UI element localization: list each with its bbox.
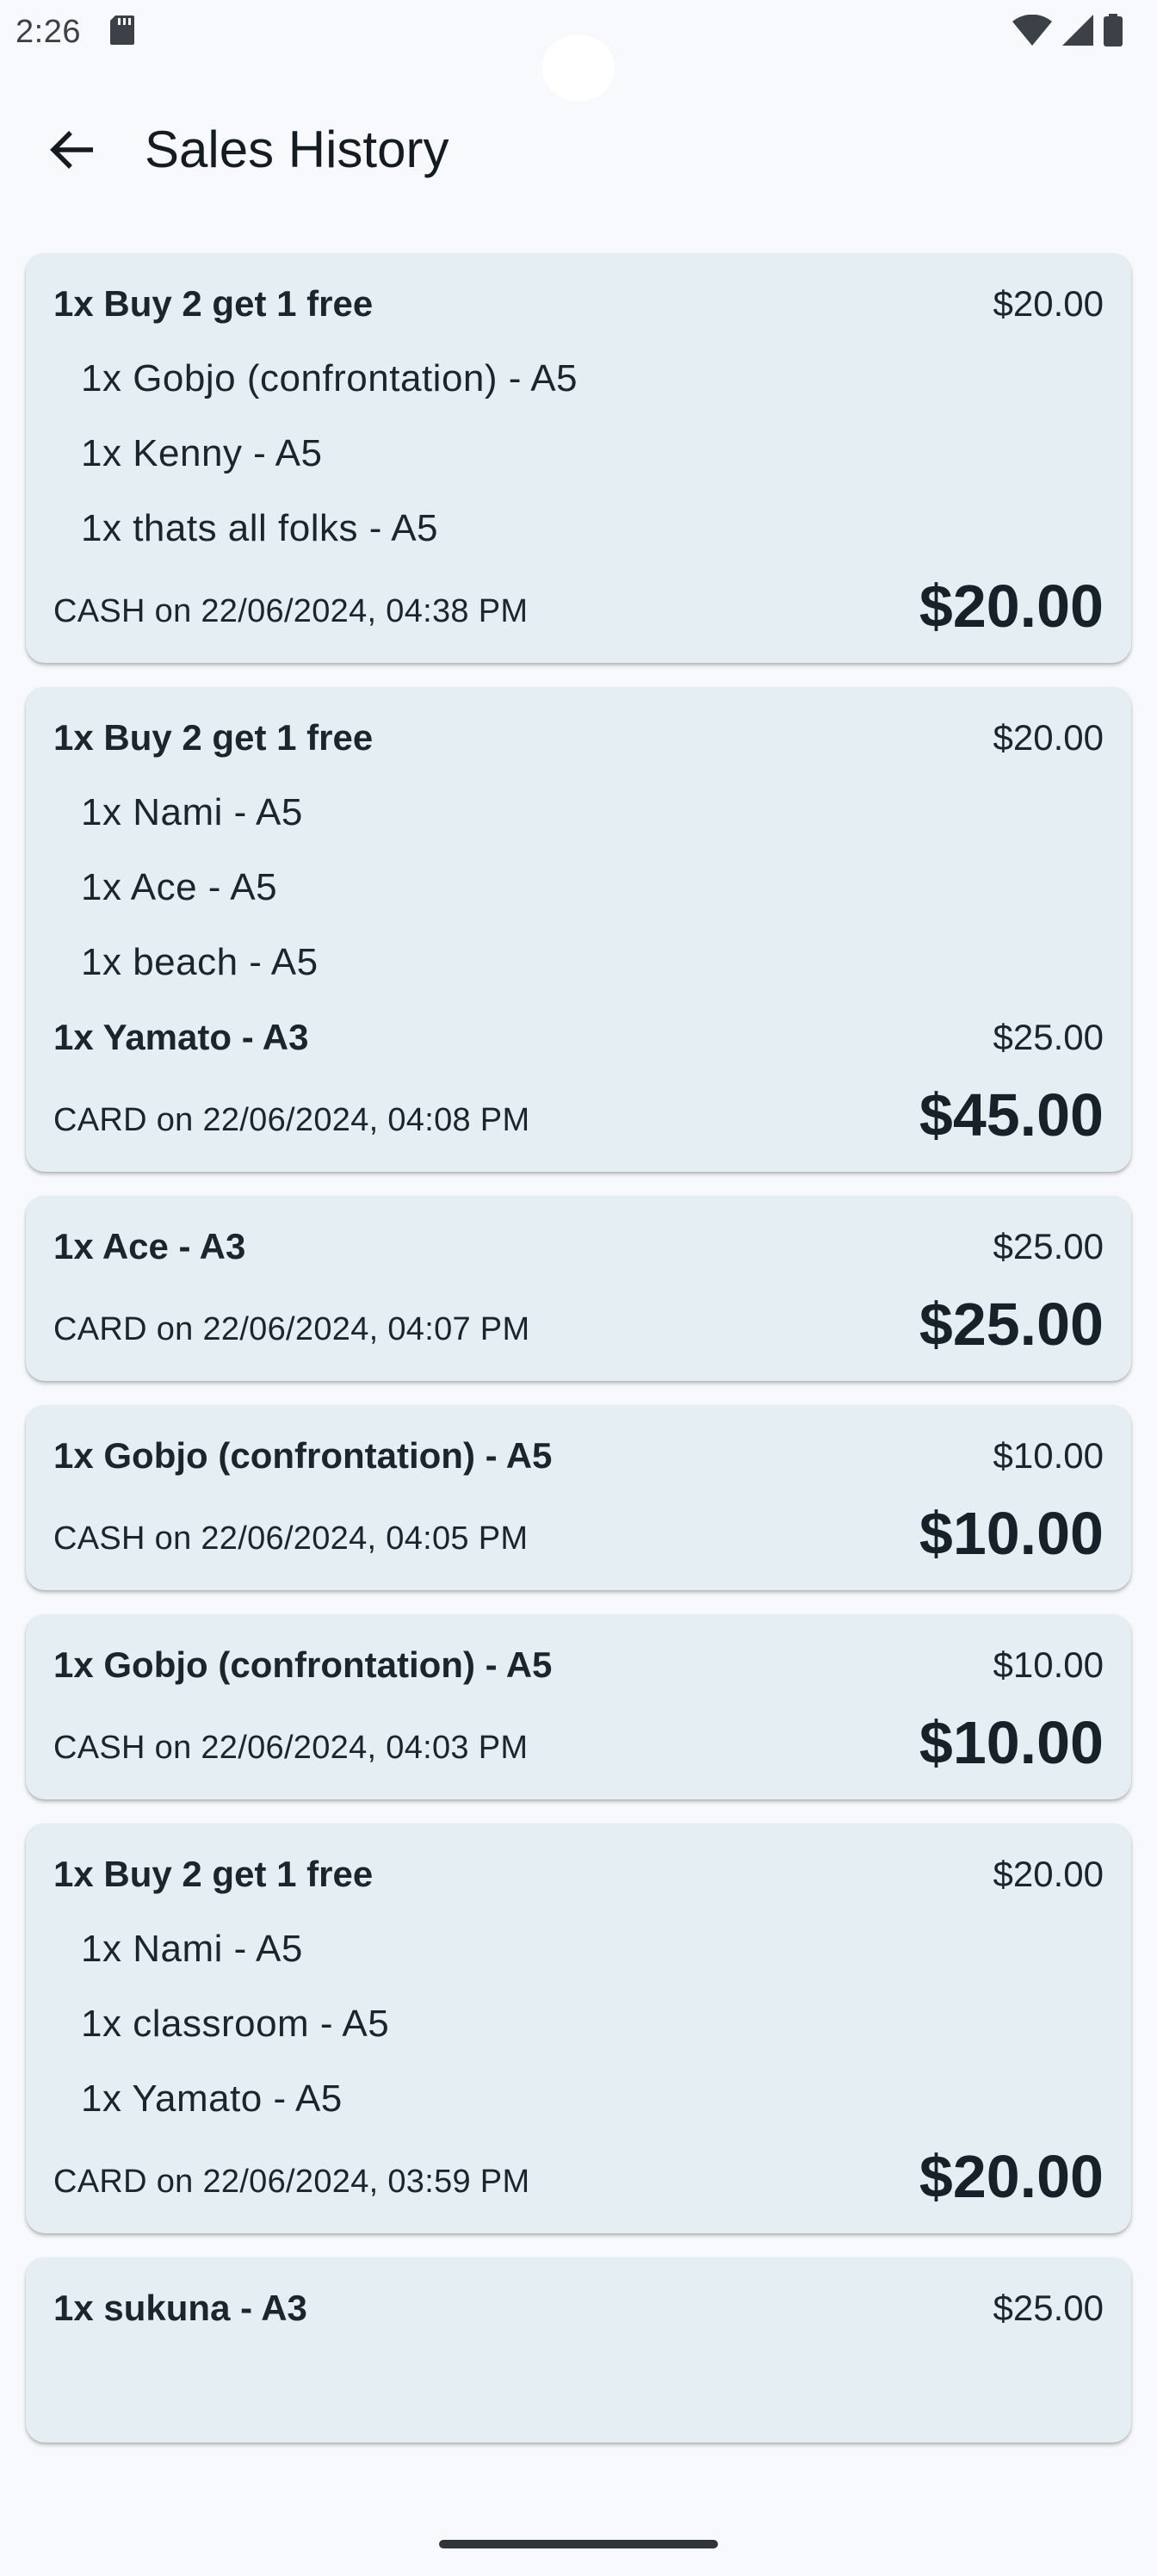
sale-footer: CARD on 22/06/2024, 04:08 PM $45.00 xyxy=(53,1082,1104,1148)
line-item-price: $20.00 xyxy=(993,283,1104,324)
bundle-sub-item: 1x Kenny - A5 xyxy=(81,432,323,474)
sd-card-icon xyxy=(110,15,134,45)
line-item-name: 1x Buy 2 get 1 free xyxy=(53,283,374,324)
sale-total: $10.00 xyxy=(919,1500,1104,1567)
payment-info: CASH on 22/06/2024, 04:38 PM xyxy=(53,593,529,629)
sale-line: 1x sukuna - A3 $25.00 xyxy=(53,2283,1104,2333)
sale-card[interactable]: 1x Gobjo (confrontation) - A5 $10.00 CAS… xyxy=(26,1614,1131,1799)
app-bar: Sales History xyxy=(0,95,1157,198)
sale-footer: CARD on 22/06/2024, 03:59 PM $20.00 xyxy=(53,2144,1104,2209)
line-item-name: 1x sukuna - A3 xyxy=(53,2288,307,2328)
back-button[interactable] xyxy=(38,115,107,184)
line-item-price: $25.00 xyxy=(993,2288,1104,2328)
home-indicator[interactable] xyxy=(439,2540,718,2548)
payment-info: CARD on 22/06/2024, 04:07 PM xyxy=(53,1311,530,1347)
sale-footer: CASH on 22/06/2024, 04:05 PM $10.00 xyxy=(53,1501,1104,1566)
sale-footer: CASH on 22/06/2024, 04:38 PM $20.00 xyxy=(53,573,1104,639)
status-time: 2:26 xyxy=(15,14,81,50)
sale-card[interactable]: 1x Buy 2 get 1 free $20.00 1x Nami - A5 … xyxy=(26,687,1131,1172)
sale-line: 1x Buy 2 get 1 free $20.00 xyxy=(53,1849,1104,1899)
sale-card[interactable]: 1x Buy 2 get 1 free $20.00 1x Nami - A5 … xyxy=(26,1824,1131,2233)
payment-info: CARD on 22/06/2024, 03:59 PM xyxy=(53,2164,530,2200)
payment-info: CASH on 22/06/2024, 04:05 PM xyxy=(53,1520,529,1557)
line-item-price: $10.00 xyxy=(993,1435,1104,1476)
battery-icon xyxy=(1104,14,1123,46)
line-item-name: 1x Buy 2 get 1 free xyxy=(53,1854,374,1894)
line-item-price: $20.00 xyxy=(993,1854,1104,1894)
sale-line: 1x Ace - A3 $25.00 xyxy=(53,1222,1104,1272)
sale-line: 1x Buy 2 get 1 free $20.00 xyxy=(53,713,1104,763)
line-item-price: $20.00 xyxy=(993,717,1104,758)
payment-info: CARD on 22/06/2024, 04:08 PM xyxy=(53,1102,530,1138)
line-item-name: 1x Gobjo (confrontation) - A5 xyxy=(53,1435,553,1476)
sale-footer xyxy=(53,2353,1104,2418)
sale-total: $20.00 xyxy=(919,573,1104,640)
sale-total: $20.00 xyxy=(919,2143,1104,2210)
line-item-name: 1x Ace - A3 xyxy=(53,1226,246,1266)
sale-line: 1x Gobjo (confrontation) - A5 $10.00 xyxy=(53,1640,1104,1690)
arrow-back-icon xyxy=(50,131,93,169)
sale-card[interactable]: 1x Ace - A3 $25.00 CARD on 22/06/2024, 0… xyxy=(26,1196,1131,1381)
gesture-nav-bar xyxy=(0,2488,1157,2576)
sale-footer: CASH on 22/06/2024, 04:03 PM $10.00 xyxy=(53,1710,1104,1775)
sales-list[interactable]: 1x Buy 2 get 1 free $20.00 1x Gobjo (con… xyxy=(0,253,1157,2488)
sale-line: 1x Yamato - A3 $25.00 xyxy=(53,1012,1104,1062)
bundle-sub-item: 1x thats all folks - A5 xyxy=(81,507,439,549)
line-item-price: $10.00 xyxy=(993,1644,1104,1685)
wifi-icon xyxy=(1012,15,1052,46)
bundle-sub-item: 1x Nami - A5 xyxy=(81,1928,303,1970)
bundle-sub-item: 1x Ace - A5 xyxy=(81,866,278,908)
sale-footer: CARD on 22/06/2024, 04:07 PM $25.00 xyxy=(53,1291,1104,1357)
line-item-name: 1x Buy 2 get 1 free xyxy=(53,717,374,758)
bundle-sub-item: 1x classroom - A5 xyxy=(81,2003,390,2045)
status-icons xyxy=(1012,14,1123,46)
sale-total: $10.00 xyxy=(919,1709,1104,1776)
line-item-price: $25.00 xyxy=(993,1017,1104,1057)
bundle-sub-item: 1x Yamato - A5 xyxy=(81,2078,343,2120)
sale-card[interactable]: 1x Buy 2 get 1 free $20.00 1x Gobjo (con… xyxy=(26,253,1131,663)
sale-card[interactable]: 1x Gobjo (confrontation) - A5 $10.00 CAS… xyxy=(26,1405,1131,1590)
bundle-sub-item: 1x Nami - A5 xyxy=(81,791,303,833)
sale-line: 1x Buy 2 get 1 free $20.00 xyxy=(53,279,1104,329)
sale-total: $45.00 xyxy=(919,1081,1104,1149)
line-item-price: $25.00 xyxy=(993,1226,1104,1266)
sale-total: $25.00 xyxy=(919,1291,1104,1358)
line-item-name: 1x Gobjo (confrontation) - A5 xyxy=(53,1644,553,1685)
sale-line: 1x Gobjo (confrontation) - A5 $10.00 xyxy=(53,1431,1104,1481)
bundle-sub-item: 1x Gobjo (confrontation) - A5 xyxy=(81,357,578,399)
page-title: Sales History xyxy=(145,121,449,178)
line-item-name: 1x Yamato - A3 xyxy=(53,1017,309,1057)
bundle-sub-item: 1x beach - A5 xyxy=(81,941,319,983)
sales-history-screen: 2:26 Sales History 1x Buy 2 get 1 free $… xyxy=(0,0,1157,2576)
cell-signal-icon xyxy=(1062,15,1093,46)
camera-cutout xyxy=(542,34,615,102)
sale-card[interactable]: 1x sukuna - A3 $25.00 xyxy=(26,2257,1131,2443)
payment-info: CASH on 22/06/2024, 04:03 PM xyxy=(53,1730,529,1766)
